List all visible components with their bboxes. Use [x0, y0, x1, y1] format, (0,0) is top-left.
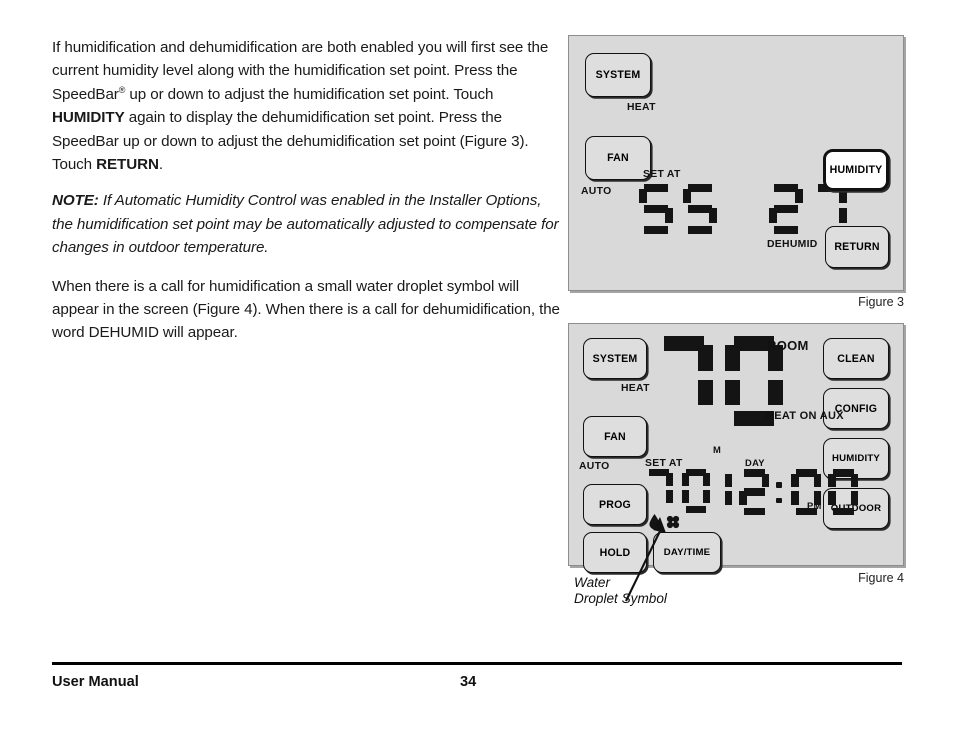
figure3-set-at-label: SET AT: [643, 169, 681, 180]
paragraph-humidity-instructions: If humidification and dehumidification a…: [52, 36, 560, 176]
segment-e: [739, 491, 747, 505]
segment-f: [682, 473, 689, 487]
figure3-return-button[interactable]: RETURN: [825, 226, 889, 268]
body-copy: If humidification and dehumidification a…: [52, 36, 560, 358]
segment-d: [743, 507, 765, 515]
seven-segment-digit: [655, 336, 713, 426]
figure-3-caption: Figure 3: [858, 295, 904, 309]
segment-c: [709, 208, 717, 223]
figure-4: SYSTEM HEAT FAN AUTO PROG HOLD DAY/TIME …: [568, 323, 904, 606]
seven-segment-digit: [769, 184, 803, 234]
seven-segment-digit: [683, 184, 717, 234]
seven-segment-digit: [739, 469, 769, 515]
segment-d: [643, 226, 669, 234]
note-label: NOTE:: [52, 192, 99, 210]
figure4-clock: [702, 469, 859, 515]
paragraph1-segment-4: .: [158, 156, 163, 174]
footer-document-title: User Manual: [52, 674, 139, 690]
figure4-heat-on-aux-label: HEAT ON AUX: [766, 410, 844, 422]
segment-e: [828, 491, 836, 505]
segment-b: [666, 473, 673, 487]
paragraph1-bold-humidity: HUMIDITY: [52, 109, 125, 127]
footer-page-number: 34: [460, 674, 477, 690]
segment-b: [761, 473, 769, 487]
callout-water-droplet-symbol: Water Droplet Symbol: [574, 575, 667, 607]
figure4-system-mode-label: HEAT: [621, 383, 650, 394]
figure3-fan-button[interactable]: FAN: [585, 136, 651, 180]
segment-d: [687, 226, 713, 234]
segment-g: [773, 205, 799, 213]
note-block: NOTE: If Automatic Humidity Control was …: [52, 189, 560, 259]
segment-d: [832, 507, 854, 515]
segment-c: [850, 491, 859, 505]
paragraph1-bold-return: RETURN: [96, 156, 159, 174]
segment-f: [639, 188, 647, 204]
figure4-room-label: ROOM: [767, 338, 809, 353]
figure3-system-button[interactable]: SYSTEM: [585, 53, 651, 97]
figure3-system-mode-label: HEAT: [627, 102, 656, 113]
segment-c: [665, 208, 673, 223]
figure4-clean-button[interactable]: CLEAN: [823, 338, 889, 379]
segment-c: [724, 491, 732, 505]
figure4-config-button[interactable]: CONFIG: [823, 388, 889, 429]
segment-a: [687, 184, 713, 192]
footer-divider: [52, 662, 902, 665]
segment-c: [839, 208, 847, 223]
figure4-room-temperature: [655, 336, 783, 426]
segment-b: [795, 188, 803, 204]
segment-c: [768, 379, 783, 405]
figure4-fan-button[interactable]: FAN: [583, 416, 647, 457]
segment-b: [724, 473, 732, 487]
figure-3: SYSTEM HEAT FAN AUTO SET AT DEHUMID HUMI…: [568, 35, 904, 309]
note-body: If Automatic Humidity Control was enable…: [52, 192, 559, 257]
segment-a: [643, 184, 669, 192]
thermostat-screen-figure-3: SYSTEM HEAT FAN AUTO SET AT DEHUMID HUMI…: [568, 35, 904, 291]
segment-e: [769, 208, 777, 223]
paragraph-droplet-symbol: When there is a call for humidification …: [52, 277, 560, 342]
segment-g: [743, 488, 765, 496]
figure4-system-button[interactable]: SYSTEM: [583, 338, 647, 379]
segment-b: [850, 473, 859, 487]
segment-f: [725, 345, 740, 371]
clock-colon: [776, 469, 784, 515]
figure4-fan-mode-label: AUTO: [579, 461, 610, 472]
figure4-pm-label: PM: [807, 500, 822, 511]
segment-f: [828, 473, 836, 487]
segment-e: [725, 379, 740, 405]
figure-4-caption: Figure 4: [858, 571, 904, 585]
figure4-set-at-label: SET AT: [645, 458, 683, 469]
segment-d: [773, 226, 799, 234]
segment-c: [698, 379, 713, 405]
figure4-day-label: DAY: [745, 457, 765, 468]
seven-segment-digit: [828, 469, 859, 515]
segment-f: [683, 188, 691, 204]
figure3-humidity-button[interactable]: HUMIDITY: [823, 149, 889, 191]
figure3-humidification-setpoint: [639, 184, 717, 234]
segment-f: [791, 473, 799, 487]
figure4-day-letter-label: M: [713, 444, 722, 455]
paragraph1-segment-2: up or down to adjust the humidification …: [125, 85, 494, 103]
segment-b: [698, 345, 713, 371]
seven-segment-digit: [702, 469, 732, 515]
segment-b: [813, 473, 822, 487]
seven-segment-digit: [639, 184, 673, 234]
figure3-dehumid-label: DEHUMID: [767, 239, 818, 250]
segment-e: [791, 491, 799, 505]
figure3-fan-mode-label: AUTO: [581, 186, 612, 197]
